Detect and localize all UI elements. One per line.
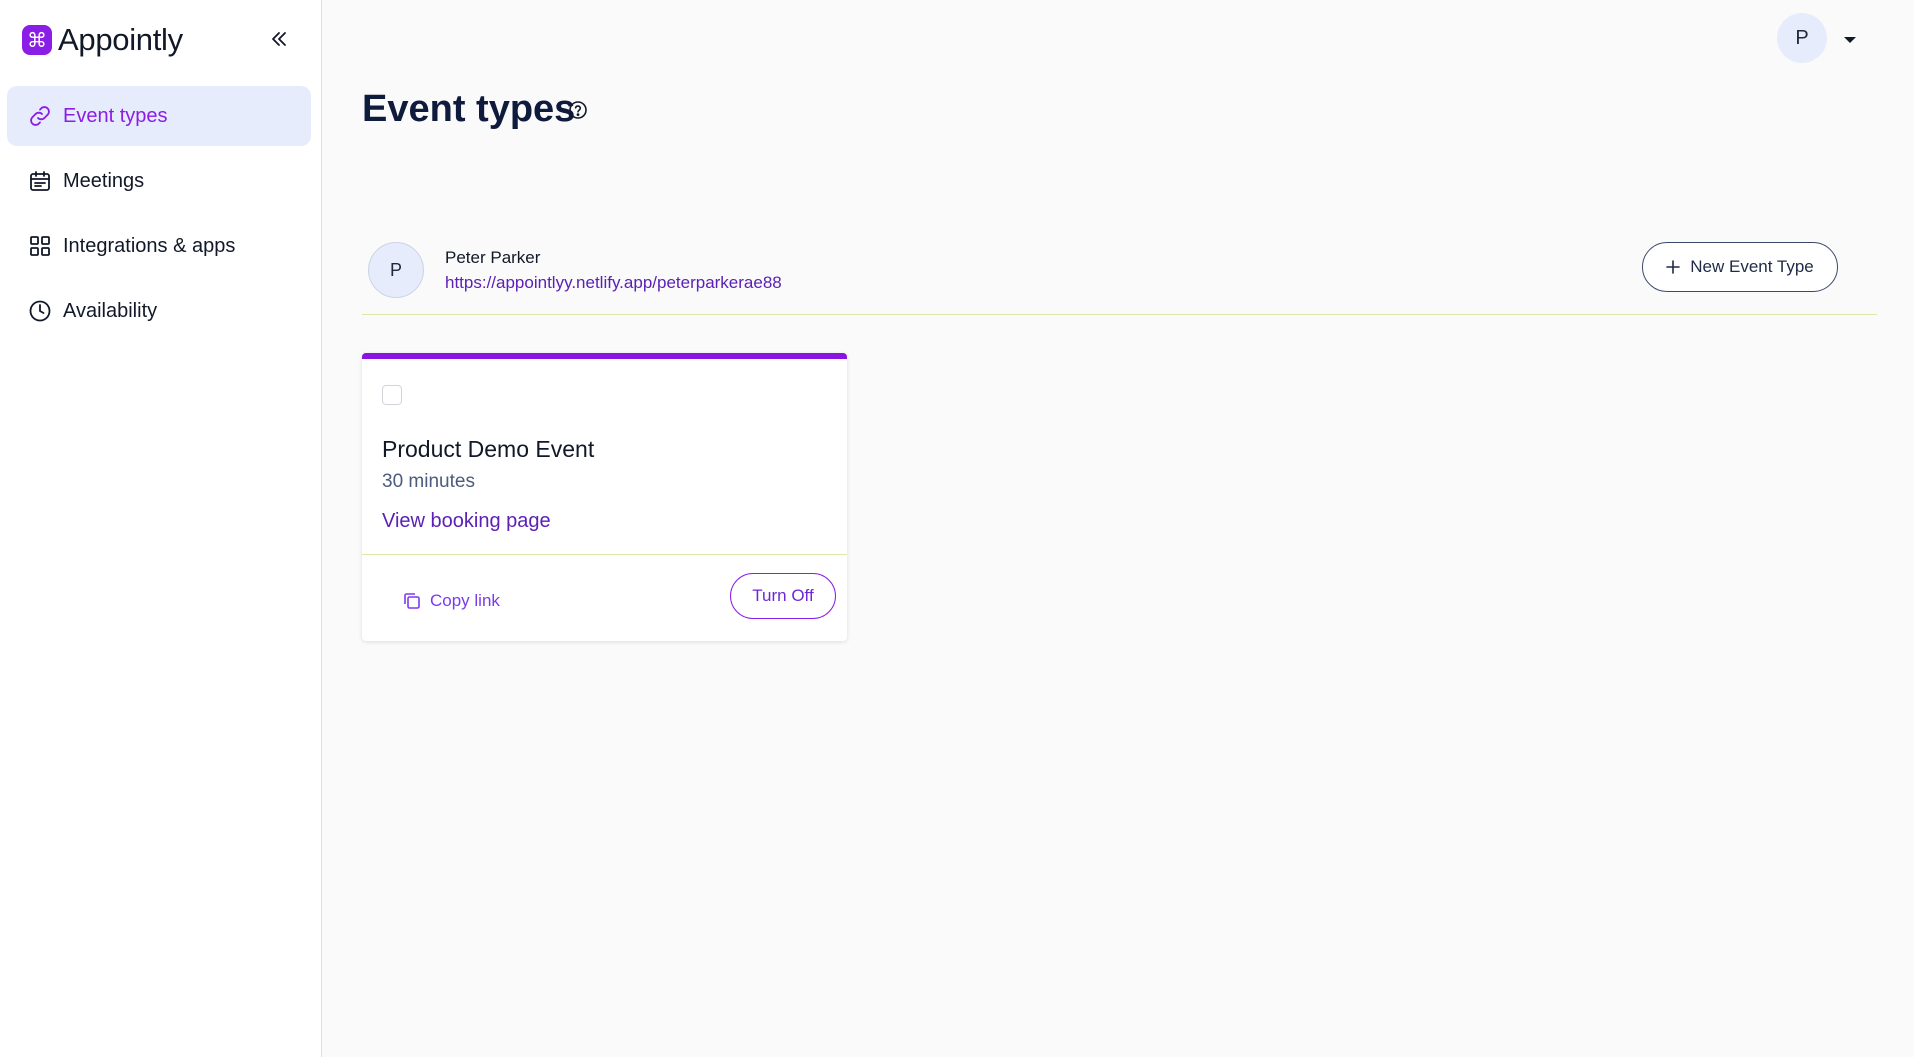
owner-avatar: P bbox=[368, 242, 424, 298]
calendar-icon bbox=[27, 168, 53, 194]
question-circle-icon bbox=[569, 101, 587, 119]
help-button[interactable] bbox=[568, 100, 588, 125]
sidebar-item-integrations[interactable]: Integrations & apps bbox=[7, 216, 311, 276]
link-icon bbox=[27, 103, 53, 129]
sidebar-item-label: Availability bbox=[63, 299, 158, 322]
owner-booking-link[interactable]: https://appointlyy.netlify.app/peterpark… bbox=[445, 273, 782, 293]
user-avatar-button[interactable]: P bbox=[1777, 13, 1827, 63]
clock-icon bbox=[27, 298, 53, 324]
owner-row: P Peter Parker https://appointlyy.netlif… bbox=[362, 238, 1877, 315]
sidebar-item-event-types[interactable]: Event types bbox=[7, 86, 311, 146]
brand-name: Appointly bbox=[58, 22, 183, 57]
brand-logo-icon: ⌘ bbox=[22, 25, 52, 55]
turn-off-button[interactable]: Turn Off bbox=[730, 573, 836, 619]
page-title: Event types bbox=[362, 88, 576, 130]
card-divider bbox=[362, 554, 847, 555]
event-title: Product Demo Event bbox=[382, 436, 595, 462]
main-content: P Event types P Peter Parker https://app… bbox=[323, 0, 1914, 1057]
sidebar-item-availability[interactable]: Availability bbox=[7, 281, 311, 341]
caret-down-icon bbox=[1844, 37, 1856, 43]
copy-icon bbox=[402, 591, 422, 611]
new-event-type-label: New Event Type bbox=[1690, 257, 1814, 276]
sidebar-item-meetings[interactable]: Meetings bbox=[7, 151, 311, 211]
brand[interactable]: ⌘ Appointly bbox=[22, 22, 183, 58]
event-select-checkbox[interactable] bbox=[382, 385, 402, 405]
sidebar-item-label: Event types bbox=[63, 104, 168, 127]
copy-link-label: Copy link bbox=[430, 591, 500, 610]
user-menu-toggle[interactable] bbox=[1843, 32, 1857, 50]
event-type-card: Product Demo Event 30 minutes View booki… bbox=[362, 353, 847, 641]
owner-name: Peter Parker bbox=[445, 248, 541, 267]
collapse-sidebar-button[interactable] bbox=[264, 24, 294, 54]
sidebar-item-label: Integrations & apps bbox=[63, 234, 236, 257]
plus-icon bbox=[1666, 260, 1681, 274]
copy-link-button[interactable]: Copy link bbox=[402, 591, 500, 611]
event-duration: 30 minutes bbox=[382, 471, 475, 492]
new-event-type-button[interactable]: New Event Type bbox=[1642, 242, 1838, 292]
app-root: ⌘ Appointly Event types Meetings Integra… bbox=[0, 0, 1914, 1057]
sidebar-item-label: Meetings bbox=[63, 169, 145, 192]
sidebar-nav: Event types Meetings Integrations & apps… bbox=[7, 86, 311, 346]
view-booking-page-link[interactable]: View booking page bbox=[382, 510, 551, 533]
double-chevron-left-icon bbox=[272, 32, 286, 46]
sidebar: ⌘ Appointly Event types Meetings Integra… bbox=[0, 0, 322, 1057]
grid-icon bbox=[27, 233, 53, 259]
